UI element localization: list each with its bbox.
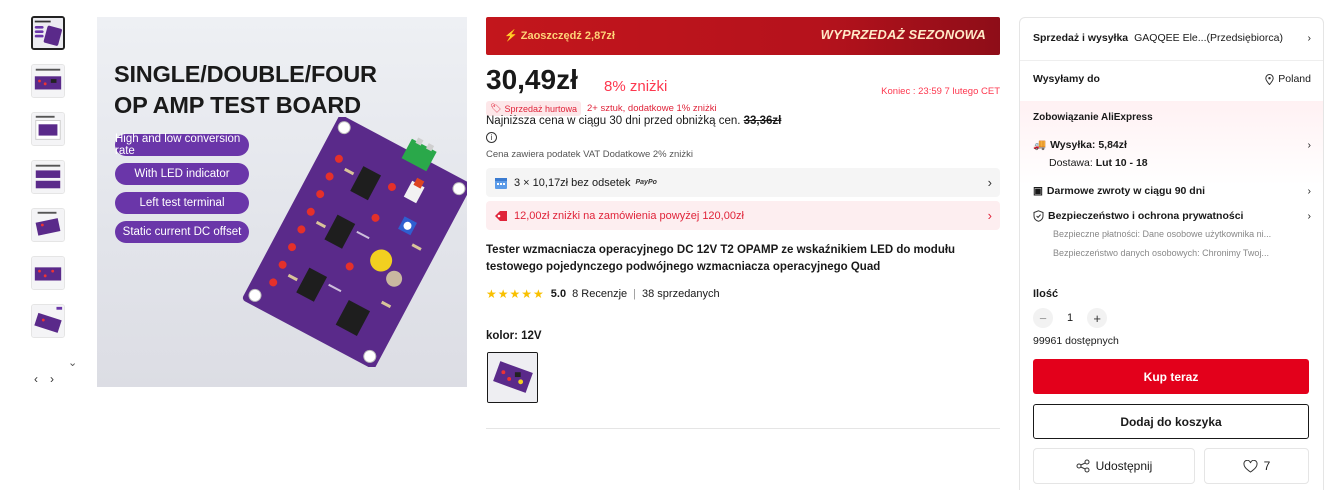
location-pin-icon	[1265, 73, 1274, 85]
thumbnail-gallery	[31, 16, 67, 352]
pcb-board-illustration	[242, 117, 467, 367]
quantity-label: Ilość	[1033, 288, 1059, 300]
returns-row[interactable]: ▣ Darmowe zwroty w ciągu 90 dni ›	[1033, 185, 1311, 197]
lowest-price-note: Najniższa cena w ciągu 30 dni przed obni…	[486, 115, 782, 127]
image-headline: SINGLE/DOUBLE/FOUR OP AMP TEST BOARD	[114, 61, 377, 118]
chevron-down-icon[interactable]: ⌄	[68, 356, 77, 369]
coupon-row[interactable]: 12,00zł zniżki na zamówienia powyżej 120…	[486, 201, 1000, 230]
quantity-stepper: − 1 +	[1033, 308, 1108, 328]
paypo-logo: PayPo	[635, 179, 657, 186]
seller-row[interactable]: Sprzedaż i wysyłka GAQQEE Ele...(Przedsi…	[1033, 32, 1311, 44]
product-title: Tester wzmacniacza operacyjnego DC 12V T…	[486, 244, 956, 273]
chevron-right-icon: ›	[1307, 138, 1312, 151]
color-label: kolor: 12V	[486, 330, 542, 342]
vat-note: Cena zawiera podatek VAT Dodatkowe 2% zn…	[486, 149, 693, 160]
thumbnail-6[interactable]	[31, 256, 65, 290]
promo-banner[interactable]: ⚡ Zaoszczędź 2,87zł WYPRZEDAŻ SEZONOWA	[486, 17, 1000, 55]
star-rating-icon: ★★★★★	[486, 287, 545, 301]
bulk-offer: 🏷 Sprzedaż hurtowa 2+ sztuk, dodatkowe 1…	[486, 101, 717, 116]
rating-score: 5.0	[550, 288, 567, 300]
security-note: Bezpieczne płatności: Dane osobowe użytk…	[1053, 229, 1272, 239]
sale-end: Koniec : 23:59 7 lutego CET	[881, 86, 1000, 97]
chevron-right-icon[interactable]: ›	[50, 372, 54, 386]
thumbnail-3[interactable]	[31, 112, 65, 146]
savings-label: ⚡ Zaoszczędź 2,87zł	[504, 30, 615, 42]
thumbnail-5[interactable]	[31, 208, 65, 242]
chevron-right-icon: ›	[1307, 185, 1312, 197]
feature-pill: Static current DC offset	[115, 221, 249, 243]
coupon-icon	[495, 210, 507, 221]
chevron-left-icon[interactable]: ‹	[34, 372, 38, 386]
bulk-text: 2+ sztuk, dodatkowe 1% zniżki	[586, 103, 717, 114]
divider	[1020, 60, 1323, 61]
security-row[interactable]: Bezpieczeństwo i ochrona prywatności ›	[1033, 210, 1311, 222]
plus-button[interactable]: +	[1087, 308, 1108, 328]
gallery-nav: ‹ ›	[34, 372, 54, 386]
thumbnail-4[interactable]	[31, 160, 65, 194]
ship-to-label: Wysyłamy do	[1033, 73, 1100, 85]
chevron-right-icon: ›	[1307, 210, 1312, 222]
seller-name: GAQQEE Ele...(Przedsiębiorca)	[1134, 32, 1283, 44]
chevron-right-icon: ›	[987, 175, 992, 190]
reviews-link[interactable]: 8 Recenzje	[572, 288, 627, 300]
share-button[interactable]: Udostępnij	[1033, 448, 1195, 484]
discount-label: 8% zniżki	[604, 78, 668, 95]
chevron-right-icon: ›	[987, 208, 992, 223]
tag-icon: 🏷	[490, 103, 502, 113]
campaign-label: WYPRZEDAŻ SEZONOWA	[820, 27, 986, 42]
minus-button[interactable]: −	[1033, 308, 1053, 328]
thumbnail-1[interactable]	[31, 16, 65, 50]
lowest-price-value: 33,36zł	[743, 115, 782, 127]
chevron-right-icon: ›	[1307, 32, 1312, 44]
commitment-title: Zobowiązanie AliExpress	[1033, 112, 1153, 123]
current-price: 30,49zł	[486, 64, 578, 95]
installments-text: 3 × 10,17zł bez odsetek	[514, 176, 631, 189]
quantity-value[interactable]: 1	[1067, 312, 1073, 324]
thumbnail-2[interactable]	[31, 64, 65, 98]
add-to-cart-button[interactable]: Dodaj do koszyka	[1033, 404, 1309, 439]
divider	[486, 428, 1000, 429]
coupon-text: 12,00zł zniżki na zamówienia powyżej 120…	[514, 209, 744, 222]
separator: |	[633, 288, 636, 300]
heart-icon	[1243, 459, 1258, 473]
security-note: Bezpieczeństwo danych osobowych: Chronim…	[1053, 248, 1269, 258]
purchase-panel: Sprzedaż i wysyłka GAQQEE Ele...(Przedsi…	[1019, 17, 1324, 490]
ship-to-row[interactable]: Wysyłamy do Poland	[1033, 73, 1311, 85]
available-stock: 99961 dostępnych	[1033, 335, 1119, 347]
shipping-row[interactable]: 🚚 Wysyłka: 5,84zł ›	[1033, 138, 1312, 152]
wishlist-count: 7	[1263, 459, 1271, 473]
shield-icon	[1033, 210, 1044, 222]
info-icon[interactable]: i	[486, 132, 497, 143]
share-icon	[1076, 459, 1090, 473]
truck-icon: 🚚	[1033, 139, 1047, 151]
buy-now-button[interactable]: Kup teraz	[1033, 359, 1309, 394]
ship-to-location: Poland	[1265, 73, 1311, 85]
thumbnail-7[interactable]	[31, 304, 65, 338]
feature-pill: High and low conversion rate	[115, 133, 249, 157]
wishlist-button[interactable]: 7	[1204, 448, 1309, 484]
product-page: ⌄ ‹ › SINGLE/DOUBLE/FOUR OP AMP TEST BOA…	[0, 0, 1336, 490]
return-box-icon: ▣	[1033, 185, 1043, 197]
main-product-image[interactable]: SINGLE/DOUBLE/FOUR OP AMP TEST BOARD Hig…	[97, 17, 467, 387]
feature-pill: With LED indicator	[115, 163, 249, 185]
sold-count: 38 sprzedanych	[642, 288, 720, 300]
color-option-12v[interactable]	[487, 352, 538, 403]
delivery-info: Dostawa: Lut 10 - 18	[1049, 157, 1148, 169]
rating-row[interactable]: ★★★★★ 5.0 8 Recenzje | 38 sprzedanych	[486, 287, 720, 301]
bulk-badge: 🏷 Sprzedaż hurtowa	[486, 101, 581, 116]
feature-pill: Left test terminal	[115, 192, 249, 214]
installments-row[interactable]: 3 × 10,17zł bez odsetek PayPo ›	[486, 168, 1000, 197]
seller-label: Sprzedaż i wysyłka	[1033, 32, 1129, 44]
calendar-icon	[495, 177, 507, 189]
